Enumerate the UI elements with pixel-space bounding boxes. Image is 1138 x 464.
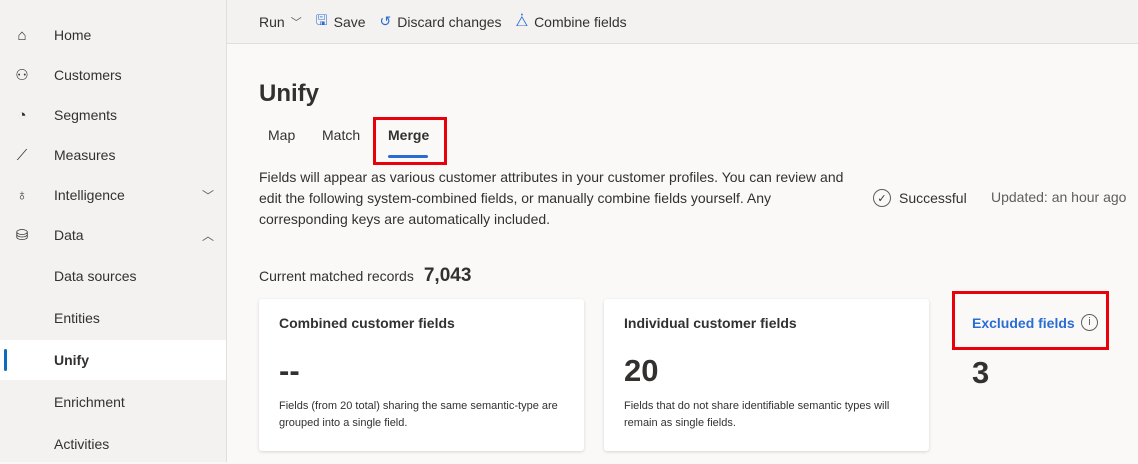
run-button[interactable]: Run ﹀ bbox=[259, 14, 302, 30]
sidebar-item-enrichment[interactable]: Enrichment bbox=[0, 382, 226, 422]
status-badge: ✓ Successful bbox=[873, 189, 967, 207]
card-title: Individual customer fields bbox=[624, 315, 797, 331]
card-value: 20 bbox=[624, 353, 659, 388]
updated-time: Updated: an hour ago bbox=[991, 189, 1127, 205]
highlight-box-excluded bbox=[952, 291, 1109, 350]
sidebar-item-measures[interactable]: ⟋ Measures bbox=[0, 135, 226, 175]
sidebar-item-unify[interactable]: Unify bbox=[0, 340, 226, 380]
page-title: Unify bbox=[259, 80, 319, 107]
chart-line-icon: ⟋ bbox=[16, 146, 28, 164]
matched-records: Current matched records 7,043 bbox=[259, 265, 472, 286]
merge-description: Fields will appear as various customer a… bbox=[259, 169, 844, 227]
people-icon: ⚇ bbox=[15, 67, 29, 84]
highlight-box-merge bbox=[373, 117, 447, 165]
card-note: Fields (from 20 total) sharing the same … bbox=[279, 400, 558, 429]
combined-fields-card[interactable]: Combined customer fields -- Fields (from… bbox=[259, 299, 584, 451]
sidebar-item-activities[interactable]: Activities bbox=[0, 424, 226, 464]
sidebar-item-intelligence[interactable]: ♁ Intelligence ﹀ bbox=[0, 175, 226, 215]
pie-icon: ◔ bbox=[17, 106, 27, 124]
individual-fields-card[interactable]: Individual customer fields 20 Fields tha… bbox=[604, 299, 929, 451]
chevron-down-icon: ﹀ bbox=[290, 16, 302, 29]
sidebar-item-customers[interactable]: ⚇ Customers bbox=[0, 55, 226, 95]
chevron-up-icon: ︿ bbox=[201, 228, 214, 243]
sidebar-item-data-sources[interactable]: Data sources bbox=[0, 256, 226, 296]
sidebar-item-home[interactable]: ⌂ Home bbox=[0, 15, 226, 55]
excluded-fields-count: 3 bbox=[972, 355, 990, 390]
undo-icon: ↺ bbox=[379, 13, 392, 29]
sidebar: ⌂ Home ⚇ Customers ◔ Segments ⟋ Measures ♁ In… bbox=[0, 0, 227, 462]
sidebar-item-data[interactable]: ⛁ Data ︿ bbox=[0, 215, 226, 255]
tab-map[interactable]: Map bbox=[268, 127, 295, 143]
sidebar-item-entities[interactable]: Entities bbox=[0, 298, 226, 338]
save-button[interactable]: 🖫 Save bbox=[316, 10, 366, 34]
discard-changes-button[interactable]: ↺ Discard changes bbox=[380, 13, 502, 30]
tab-match[interactable]: Match bbox=[322, 127, 360, 143]
command-bar: Run ﹀ 🖫 Save ↺ Discard changes ⧊ Combine fie… bbox=[227, 0, 1138, 44]
save-icon: 🖫 bbox=[315, 11, 328, 28]
chevron-down-icon: ﹀ bbox=[201, 188, 214, 203]
checkmark-circle-icon: ✓ bbox=[873, 189, 891, 207]
card-title: Combined customer fields bbox=[279, 315, 455, 331]
card-value: -- bbox=[279, 353, 300, 388]
combine-fields-button[interactable]: ⧊ Combine fields bbox=[516, 13, 627, 30]
combine-icon: ⧊ bbox=[515, 13, 529, 29]
sidebar-item-segments[interactable]: ◔ Segments bbox=[0, 95, 226, 135]
home-icon: ⌂ bbox=[17, 26, 27, 44]
card-note: Fields that do not share identifiable se… bbox=[624, 400, 890, 429]
database-icon: ⛁ bbox=[15, 227, 29, 244]
lightbulb-icon: ♁ bbox=[16, 186, 28, 204]
